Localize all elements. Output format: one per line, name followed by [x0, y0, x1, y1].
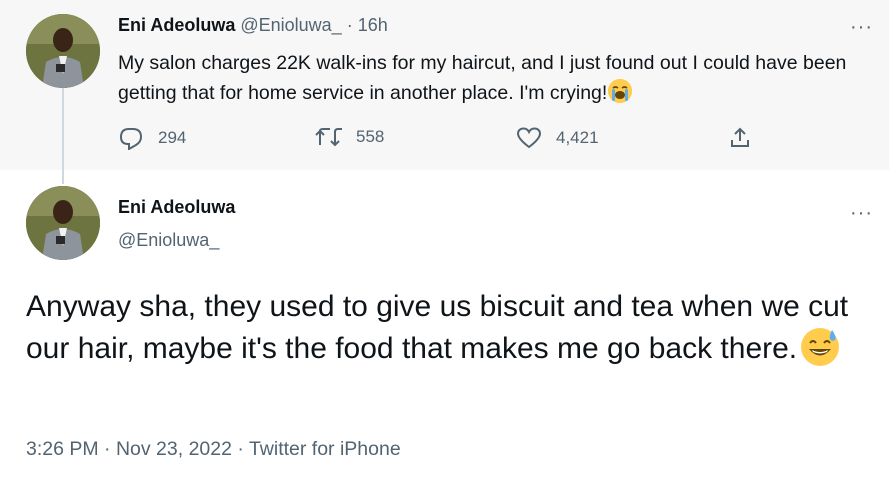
- thread-connector-line: [62, 88, 64, 184]
- more-options-icon[interactable]: ···: [850, 17, 873, 37]
- share-icon: [731, 127, 749, 147]
- parent-tweet[interactable]: Eni Adeoluwa @Enioluwa_ · 16h ··· My sal…: [0, 0, 889, 170]
- heart-icon: [516, 127, 542, 149]
- like-button[interactable]: 4,421: [516, 126, 599, 150]
- retweet-icon: [315, 128, 342, 147]
- tweet-actions: 294 558 4,421: [118, 126, 758, 150]
- author-name[interactable]: Eni Adeoluwa: [118, 15, 235, 35]
- reply-count: 294: [158, 128, 187, 147]
- reply-button[interactable]: 294: [118, 126, 186, 150]
- share-button[interactable]: [728, 126, 752, 150]
- tweet-time[interactable]: 16h: [358, 15, 388, 35]
- tweet-metadata: 3:26 PM · Nov 23, 2022 · Twitter for iPh…: [26, 438, 401, 461]
- tweet-text-content: Anyway sha, they used to give us biscuit…: [26, 290, 849, 365]
- tweet-timestamp[interactable]: 3:26 PM · Nov 23, 2022 ·: [26, 438, 249, 460]
- like-count: 4,421: [556, 128, 599, 147]
- author-name[interactable]: Eni Adeoluwa: [118, 197, 235, 218]
- retweet-button[interactable]: 558: [314, 126, 384, 148]
- tweet-text: Anyway sha, they used to give us biscuit…: [26, 286, 871, 370]
- author-handle[interactable]: @Enioluwa_: [118, 230, 219, 251]
- tweet-source-link[interactable]: Twitter for iPhone: [249, 438, 401, 460]
- grinning-face-with-sweat-icon: [801, 328, 840, 366]
- separator-dot: ·: [346, 15, 353, 35]
- parent-tweet-header: Eni Adeoluwa @Enioluwa_ · 16h: [118, 15, 388, 36]
- retweet-count: 558: [356, 127, 385, 146]
- tweet-text-content: My salon charges 22K walk-ins for my hai…: [118, 52, 847, 104]
- more-options-icon[interactable]: ···: [850, 203, 873, 223]
- tweet-text: My salon charges 22K walk-ins for my hai…: [118, 48, 858, 108]
- author-handle[interactable]: @Enioluwa_: [240, 15, 341, 35]
- loudly-crying-face-icon: [608, 79, 633, 103]
- avatar[interactable]: [26, 186, 100, 260]
- avatar[interactable]: [26, 14, 100, 88]
- reply-icon: [119, 128, 143, 150]
